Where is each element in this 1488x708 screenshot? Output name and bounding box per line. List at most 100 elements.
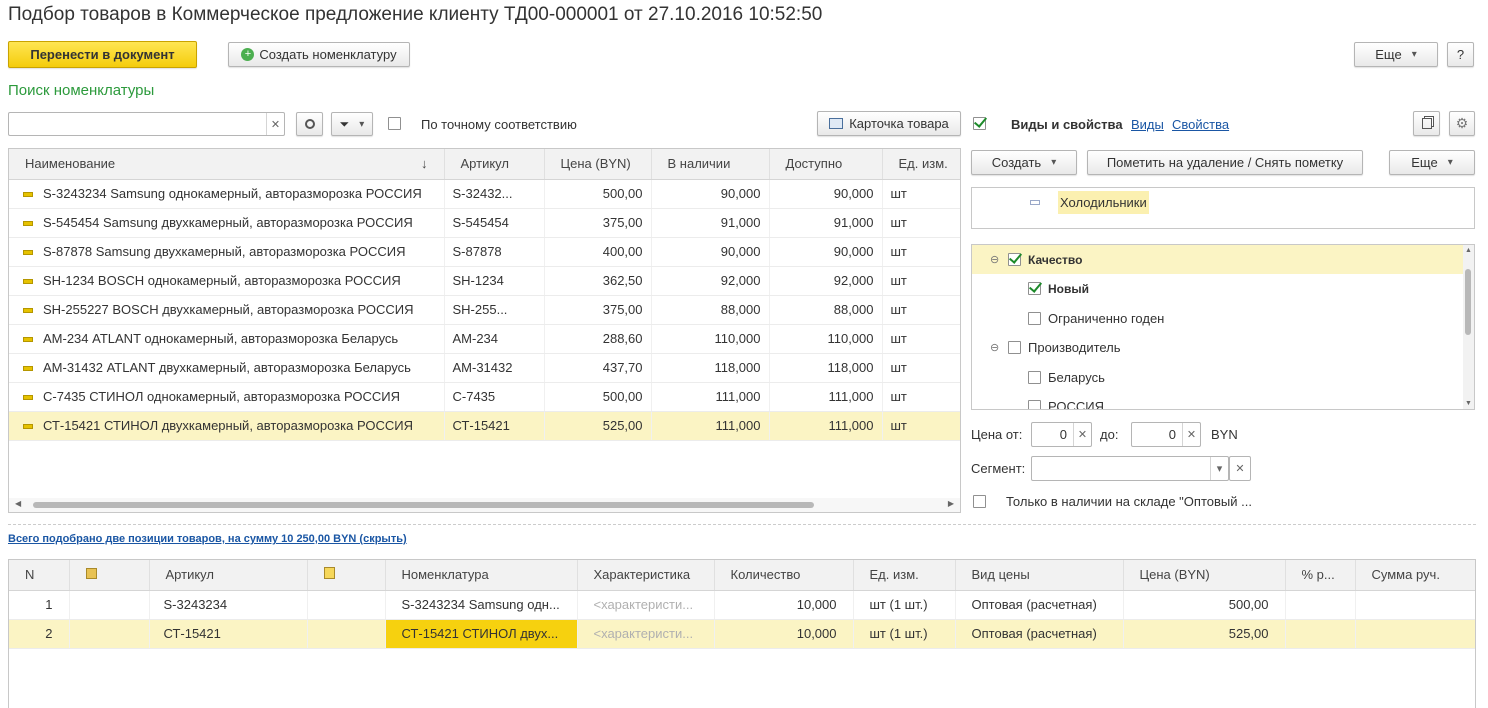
only-in-stock-checkbox[interactable]: [973, 495, 986, 508]
goods-name-cell[interactable]: S-3243234 Samsung однокамерный, авторазм…: [9, 179, 445, 209]
sel-bag-cell[interactable]: [69, 619, 150, 649]
properties-link[interactable]: Свойства: [1172, 117, 1229, 132]
summary-link[interactable]: Всего подобрано две позиции товаров, на …: [8, 533, 407, 545]
scroll-down-icon[interactable]: ▼: [1465, 400, 1472, 407]
transfer-to-document-button[interactable]: Перенести в документ: [8, 41, 197, 68]
goods-article-cell[interactable]: SH-255...: [444, 295, 545, 325]
sel-bag-cell[interactable]: [69, 590, 150, 620]
kinds-list[interactable]: Холодильники: [971, 187, 1475, 229]
property-row[interactable]: РОССИЯ: [972, 392, 1474, 409]
sel-manual-sum-cell[interactable]: [1355, 590, 1475, 620]
help-button[interactable]: ?: [1447, 42, 1474, 67]
col-quantity[interactable]: Количество: [714, 560, 854, 591]
goods-unit-cell[interactable]: шт: [882, 353, 960, 383]
goods-row[interactable]: АМ-31432 ATLANT двухкамерный, авторазмор…: [9, 353, 960, 383]
col-stock[interactable]: В наличии: [651, 149, 770, 180]
sel-unit-cell[interactable]: шт (1 шт.): [853, 619, 956, 649]
col-characteristic[interactable]: Характеристика: [577, 560, 715, 591]
settings-button[interactable]: ⚙: [1449, 111, 1475, 136]
goods-unit-cell[interactable]: шт: [882, 266, 960, 296]
goods-article-cell[interactable]: СТ-15421: [444, 411, 545, 441]
collapse-icon[interactable]: ⊖: [990, 253, 999, 266]
goods-available-cell[interactable]: 90,000: [769, 179, 883, 209]
goods-name-cell[interactable]: S-545454 Samsung двухкамерный, авторазмо…: [9, 208, 445, 238]
sel-price-cell[interactable]: 525,00: [1123, 619, 1286, 649]
sel-characteristic-cell[interactable]: <характеристи...: [577, 619, 715, 649]
goods-available-cell[interactable]: 118,000: [769, 353, 883, 383]
goods-available-cell[interactable]: 88,000: [769, 295, 883, 325]
vertical-scrollbar[interactable]: ▲ ▼: [1463, 245, 1474, 409]
sel-manual-sum-cell[interactable]: [1355, 619, 1475, 649]
col-manual-sum[interactable]: Сумма руч.: [1355, 560, 1475, 591]
goods-stock-cell[interactable]: 118,000: [651, 353, 770, 383]
vscroll-thumb[interactable]: [1465, 269, 1471, 335]
goods-available-cell[interactable]: 111,000: [769, 382, 883, 412]
sel-article-cell[interactable]: СТ-15421: [149, 619, 308, 649]
goods-available-cell[interactable]: 110,000: [769, 324, 883, 354]
goods-article-cell[interactable]: S-545454: [444, 208, 545, 238]
sel-name-cell[interactable]: S-3243234 Samsung одн...: [385, 590, 578, 620]
goods-table[interactable]: Наименование ↓ Артикул Цена (BYN) В налич…: [8, 148, 961, 513]
sel-article-cell[interactable]: S-3243234: [149, 590, 308, 620]
goods-price-cell[interactable]: 525,00: [544, 411, 652, 441]
scroll-right-icon[interactable]: ▶: [948, 499, 954, 508]
sel-name-cell[interactable]: СТ-15421 СТИНОЛ двух...: [385, 619, 578, 649]
col-discount[interactable]: % р...: [1285, 560, 1356, 591]
goods-price-cell[interactable]: 375,00: [544, 208, 652, 238]
goods-stock-cell[interactable]: 110,000: [651, 324, 770, 354]
col-unit[interactable]: Ед. изм.: [882, 149, 960, 180]
sel-price-cell[interactable]: 500,00: [1123, 590, 1286, 620]
goods-price-cell[interactable]: 375,00: [544, 295, 652, 325]
goods-row[interactable]: С-7435 СТИНОЛ однокамерный, авторазмороз…: [9, 382, 960, 412]
kind-row[interactable]: Холодильники: [972, 188, 1474, 217]
selected-row[interactable]: 2 СТ-15421 СТ-15421 СТИНОЛ двух... <характе…: [9, 619, 1475, 649]
col-bottom-unit[interactable]: Ед. изм.: [853, 560, 956, 591]
segment-dropdown-icon[interactable]: ▾: [1210, 457, 1228, 480]
copy-button[interactable]: [1413, 111, 1440, 136]
goods-stock-cell[interactable]: 111,000: [651, 411, 770, 441]
goods-available-cell[interactable]: 111,000: [769, 411, 883, 441]
item-card-button[interactable]: Карточка товара: [817, 111, 961, 136]
sel-quantity-cell[interactable]: 10,000: [714, 590, 854, 620]
right-more-button[interactable]: Еще: [1389, 150, 1475, 175]
goods-article-cell[interactable]: С-7435: [444, 382, 545, 412]
clear-segment-icon[interactable]: ✕: [1230, 457, 1250, 480]
goods-name-cell[interactable]: SH-1234 BOSCH однокамерный, авторазмороз…: [9, 266, 445, 296]
col-nomenclature[interactable]: Номенклатура: [385, 560, 578, 591]
sel-discount-cell[interactable]: [1285, 619, 1356, 649]
horizontal-scrollbar[interactable]: ◀ ▶: [9, 498, 960, 512]
goods-unit-cell[interactable]: шт: [882, 208, 960, 238]
kinds-properties-checkbox[interactable]: [973, 117, 986, 130]
segment-select[interactable]: ▾: [1031, 456, 1229, 481]
goods-row[interactable]: S-3243234 Samsung однокамерный, авторазм…: [9, 179, 960, 209]
property-row[interactable]: Ограниченно годен: [972, 304, 1474, 333]
property-row[interactable]: ⊖ Качество: [972, 245, 1474, 274]
goods-stock-cell[interactable]: 90,000: [651, 237, 770, 267]
goods-stock-cell[interactable]: 111,000: [651, 382, 770, 412]
goods-price-cell[interactable]: 288,60: [544, 324, 652, 354]
property-checkbox[interactable]: [1028, 370, 1041, 384]
sel-n-cell[interactable]: 1: [9, 590, 70, 620]
property-checkbox[interactable]: [1028, 282, 1041, 296]
col-article[interactable]: Артикул: [444, 149, 545, 180]
goods-stock-cell[interactable]: 88,000: [651, 295, 770, 325]
goods-price-cell[interactable]: 362,50: [544, 266, 652, 296]
sel-doc-cell[interactable]: [307, 619, 386, 649]
goods-row[interactable]: АМ-234 ATLANT однокамерный, авторазмороз…: [9, 324, 960, 354]
goods-article-cell[interactable]: S-32432...: [444, 179, 545, 209]
scroll-thumb[interactable]: [33, 502, 814, 508]
goods-stock-cell[interactable]: 90,000: [651, 179, 770, 209]
col-bag[interactable]: [69, 560, 150, 591]
sel-characteristic-cell[interactable]: <характеристи...: [577, 590, 715, 620]
sel-n-cell[interactable]: 2: [9, 619, 70, 649]
goods-article-cell[interactable]: АМ-234: [444, 324, 545, 354]
goods-available-cell[interactable]: 91,000: [769, 208, 883, 238]
col-bottom-price[interactable]: Цена (BYN): [1123, 560, 1286, 591]
goods-name-cell[interactable]: С-7435 СТИНОЛ однокамерный, авторазмороз…: [9, 382, 445, 412]
scroll-up-icon[interactable]: ▲: [1465, 247, 1472, 254]
goods-price-cell[interactable]: 400,00: [544, 237, 652, 267]
goods-unit-cell[interactable]: шт: [882, 411, 960, 441]
segment-clear-button[interactable]: ✕: [1229, 456, 1251, 481]
property-checkbox[interactable]: [1008, 341, 1021, 355]
scroll-left-icon[interactable]: ◀: [15, 499, 21, 508]
